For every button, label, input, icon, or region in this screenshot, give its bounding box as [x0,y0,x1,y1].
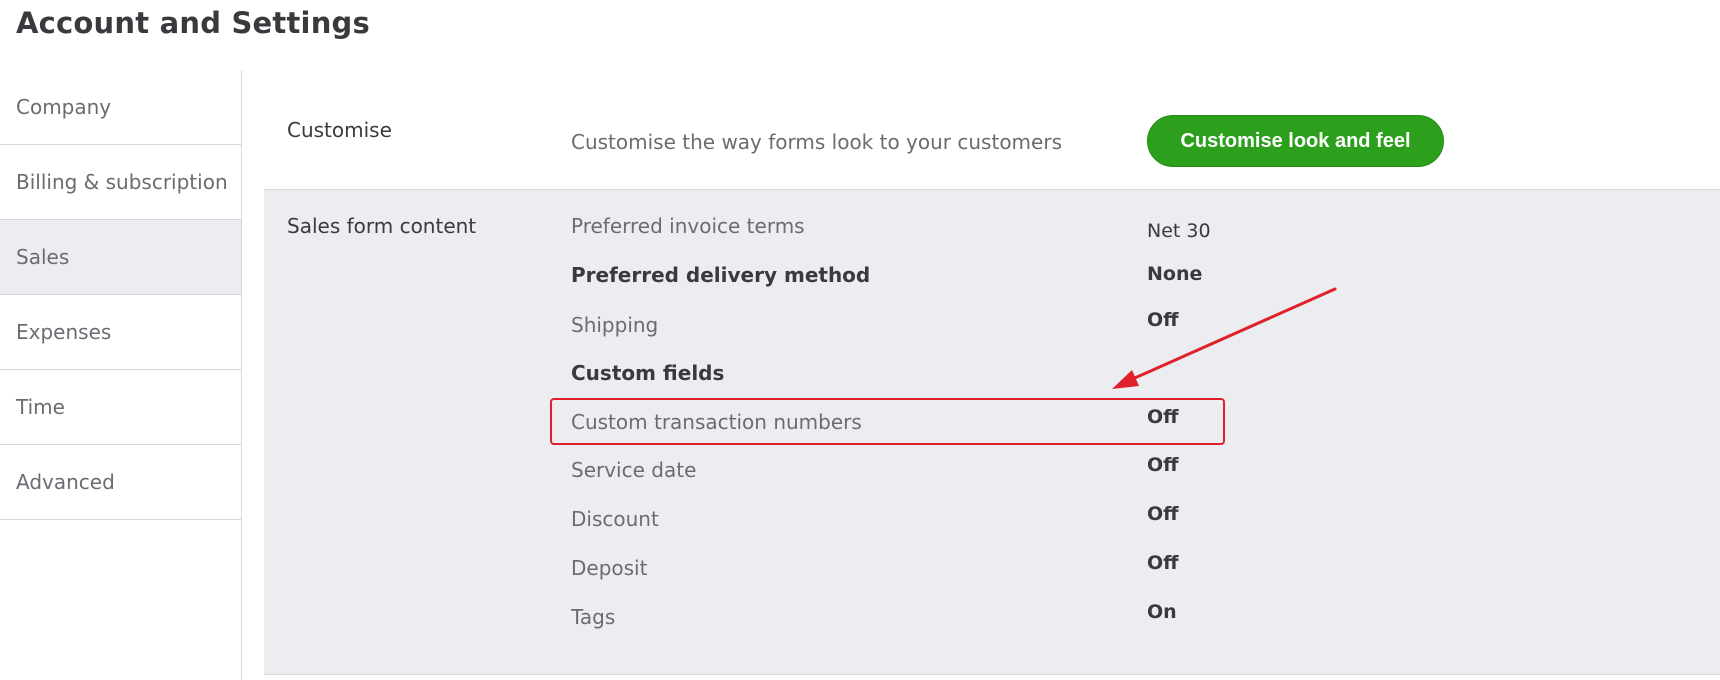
settings-sidebar: Company Billing & subscription Sales Exp… [0,70,242,680]
settings-page: Account and Settings Company Billing & s… [0,0,1720,680]
preferred-invoice-terms-value: Net 30 [1147,220,1211,242]
sidebar-item-label: Expenses [16,320,112,344]
settings-main: Customise Customise the way forms look t… [264,70,1720,680]
preferred-delivery-method-value: None [1147,263,1203,285]
deposit-value: Off [1147,552,1179,574]
tags-label: Tags [571,605,616,629]
preferred-invoice-terms-label: Preferred invoice terms [571,214,805,238]
customise-section[interactable]: Customise Customise the way forms look t… [264,70,1720,190]
preferred-delivery-method-label: Preferred delivery method [571,263,871,287]
sidebar-item-billing[interactable]: Billing & subscription [0,145,241,220]
custom-fields-label: Custom fields [571,361,725,385]
sales-form-content-label: Sales form content [287,214,477,238]
sidebar-item-label: Advanced [16,470,115,494]
sidebar-item-label: Company [16,95,112,119]
deposit-label: Deposit [571,556,648,580]
sidebar-item-sales[interactable]: Sales [0,220,241,295]
shipping-label: Shipping [571,313,659,337]
sidebar-item-company[interactable]: Company [0,70,241,145]
customise-description: Customise the way forms look to your cus… [571,130,1062,154]
tags-value: On [1147,601,1177,623]
customise-section-label: Customise [287,118,392,142]
service-date-value: Off [1147,454,1179,476]
service-date-label: Service date [571,458,697,482]
customise-look-and-feel-button[interactable]: Customise look and feel [1147,115,1444,167]
sidebar-item-expenses[interactable]: Expenses [0,295,241,370]
sidebar-item-time[interactable]: Time [0,370,241,445]
sidebar-item-label: Billing & subscription [16,170,228,194]
sidebar-item-label: Time [16,395,65,419]
shipping-value: Off [1147,309,1179,331]
discount-value: Off [1147,503,1179,525]
highlight-box [550,398,1225,445]
sidebar-item-label: Sales [16,245,70,269]
sidebar-item-advanced[interactable]: Advanced [0,445,241,520]
page-title: Account and Settings [16,6,370,40]
discount-label: Discount [571,507,659,531]
